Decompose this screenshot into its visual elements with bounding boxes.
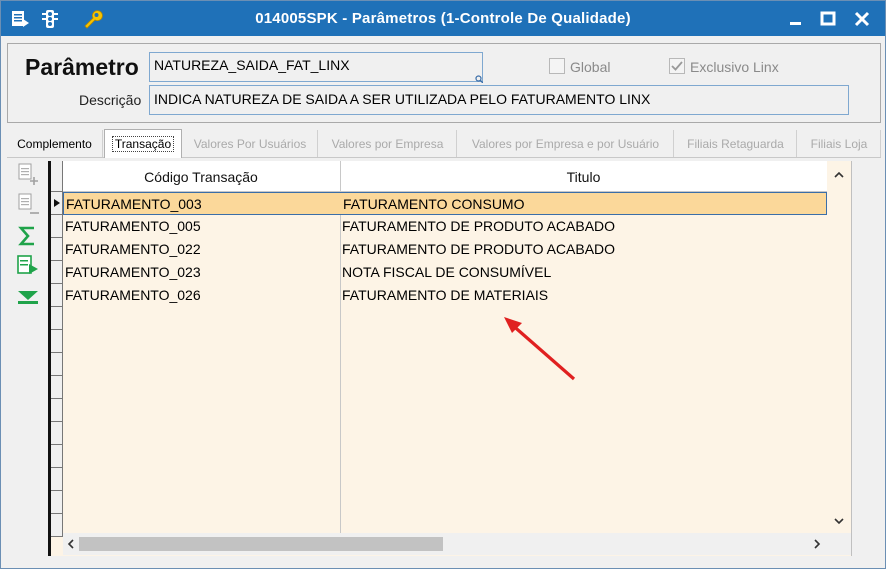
horizontal-scroll-thumb[interactable] <box>79 537 443 551</box>
tab-filiais-loja[interactable]: Filiais Loja <box>798 130 881 157</box>
maximize-icon[interactable] <box>818 9 838 29</box>
parameter-header: Parâmetro NATUREZA_SAIDA_FAT_LINX Global… <box>7 43 881 123</box>
add-row-icon[interactable] <box>15 161 41 187</box>
tab-valores-por-usuarios[interactable]: Valores Por Usuários <box>183 130 318 157</box>
cell-titulo: FATURAMENTO DE MATERIAIS <box>342 287 549 303</box>
indicator-cell <box>51 399 63 422</box>
tab-valores-por-usuarios-label: Valores Por Usuários <box>193 137 307 151</box>
tab-complemento-label: Complemento <box>17 137 92 151</box>
cell-codigo: FATURAMENTO_005 <box>65 218 201 234</box>
tab-valores-por-empresa[interactable]: Valores por Empresa <box>319 130 457 157</box>
grid-toolbar <box>9 159 47 559</box>
lookup-icon[interactable] <box>475 75 483 83</box>
cell-titulo: NOTA FISCAL DE CONSUMÍVEL <box>342 264 552 280</box>
tab-filiais-retaguarda[interactable]: Filiais Retaguarda <box>675 130 797 157</box>
cell-codigo: FATURAMENTO_003 <box>66 196 202 212</box>
indicator-cell <box>51 284 63 307</box>
parameter-value: NATUREZA_SAIDA_FAT_LINX <box>154 57 350 73</box>
column-header-codigo[interactable]: Código Transação <box>63 169 339 185</box>
tab-filiais-loja-label: Filiais Loja <box>810 137 868 151</box>
parameter-label: Parâmetro <box>25 54 139 80</box>
global-checkbox[interactable] <box>549 58 565 74</box>
current-row-arrow-icon <box>54 199 60 207</box>
tab-complemento[interactable]: Complemento <box>7 130 103 157</box>
indicator-cell <box>51 491 63 514</box>
traffic-light-icon[interactable] <box>39 8 61 30</box>
column-header-titulo[interactable]: Titulo <box>340 169 827 185</box>
cell-codigo: FATURAMENTO_022 <box>65 241 201 257</box>
close-icon[interactable] <box>852 9 872 29</box>
indicator-cell <box>51 307 63 330</box>
parameters-window: 014005SPK - Parâmetros (1-Controle De Qu… <box>0 0 886 569</box>
indicator-cell <box>51 353 63 376</box>
scrollbar-corner <box>827 533 851 555</box>
scroll-right-icon[interactable] <box>811 537 823 551</box>
row-indicator-column <box>51 161 63 537</box>
title-bar: 014005SPK - Parâmetros (1-Controle De Qu… <box>1 1 885 36</box>
indicator-cell <box>51 215 63 238</box>
parameter-field[interactable]: NATUREZA_SAIDA_FAT_LINX <box>149 52 483 83</box>
menu-list-icon[interactable] <box>9 8 31 30</box>
cell-titulo: FATURAMENTO DE PRODUTO ACABADO <box>342 241 616 257</box>
scroll-down-icon[interactable] <box>833 515 845 527</box>
scroll-left-icon[interactable] <box>65 537 77 551</box>
table-row[interactable]: FATURAMENTO_005 FATURAMENTO DE PRODUTO A… <box>63 215 827 238</box>
table-row[interactable]: FATURAMENTO_026 FATURAMENTO DE MATERIAIS <box>63 284 827 307</box>
minimize-icon[interactable] <box>786 9 806 29</box>
indicator-cell <box>51 261 63 284</box>
indicator-cell <box>51 330 63 353</box>
table-row[interactable]: FATURAMENTO_022 FATURAMENTO DE PRODUTO A… <box>63 238 827 261</box>
tab-transacao-label: Transação <box>111 136 175 152</box>
scroll-up-icon[interactable] <box>833 169 845 181</box>
cell-codigo: FATURAMENTO_026 <box>65 287 201 303</box>
remove-row-icon[interactable] <box>15 191 41 217</box>
annotation-arrow-icon <box>504 317 576 381</box>
sum-icon[interactable] <box>15 223 41 249</box>
exclusivo-linx-checkbox[interactable] <box>669 58 685 74</box>
tab-valores-por-empresa-e-usuario[interactable]: Valores por Empresa e por Usuário <box>458 130 674 157</box>
indicator-cell <box>51 422 63 445</box>
description-value: INDICA NATUREZA DE SAIDA A SER UTILIZADA… <box>154 91 651 107</box>
filter-down-icon[interactable] <box>15 283 41 309</box>
horizontal-scrollbar[interactable] <box>63 533 827 555</box>
table-row[interactable]: FATURAMENTO_023 NOTA FISCAL DE CONSUMÍVE… <box>63 261 827 284</box>
description-label: Descrição <box>79 92 142 108</box>
grid-header: Código Transação Titulo <box>63 161 827 192</box>
tab-valores-por-empresa-label: Valores por Empresa <box>331 137 444 151</box>
description-field[interactable]: INDICA NATUREZA DE SAIDA A SER UTILIZADA… <box>149 85 849 115</box>
transactions-grid: Código Transação Titulo FATURAMENTO_003 … <box>48 161 852 556</box>
table-row[interactable]: FATURAMENTO_003 FATURAMENTO CONSUMO <box>63 192 827 215</box>
cell-titulo: FATURAMENTO DE PRODUTO ACABADO <box>342 218 616 234</box>
wrench-icon[interactable] <box>81 8 103 30</box>
tab-strip: Complemento Transação Valores Por Usuári… <box>7 129 881 158</box>
cell-titulo: FATURAMENTO CONSUMO <box>343 196 525 212</box>
global-label: Global <box>570 59 611 75</box>
indicator-cell <box>51 468 63 491</box>
indicator-cell <box>51 514 63 537</box>
checkmark-icon <box>671 61 683 71</box>
indicator-cell <box>51 238 63 261</box>
window-title: 014005SPK - Parâmetros (1-Controle De Qu… <box>255 10 631 27</box>
tab-valores-por-empresa-e-usuario-label: Valores por Empresa e por Usuário <box>471 137 660 151</box>
export-icon[interactable] <box>15 253 41 279</box>
indicator-header <box>51 161 63 192</box>
tab-filiais-retaguarda-label: Filiais Retaguarda <box>687 137 784 151</box>
vertical-scrollbar[interactable] <box>827 161 851 533</box>
exclusivo-linx-label: Exclusivo Linx <box>690 59 779 75</box>
tab-transacao[interactable]: Transação <box>104 129 182 158</box>
cell-codigo: FATURAMENTO_023 <box>65 264 201 280</box>
indicator-cell <box>51 445 63 468</box>
indicator-cell <box>51 376 63 399</box>
